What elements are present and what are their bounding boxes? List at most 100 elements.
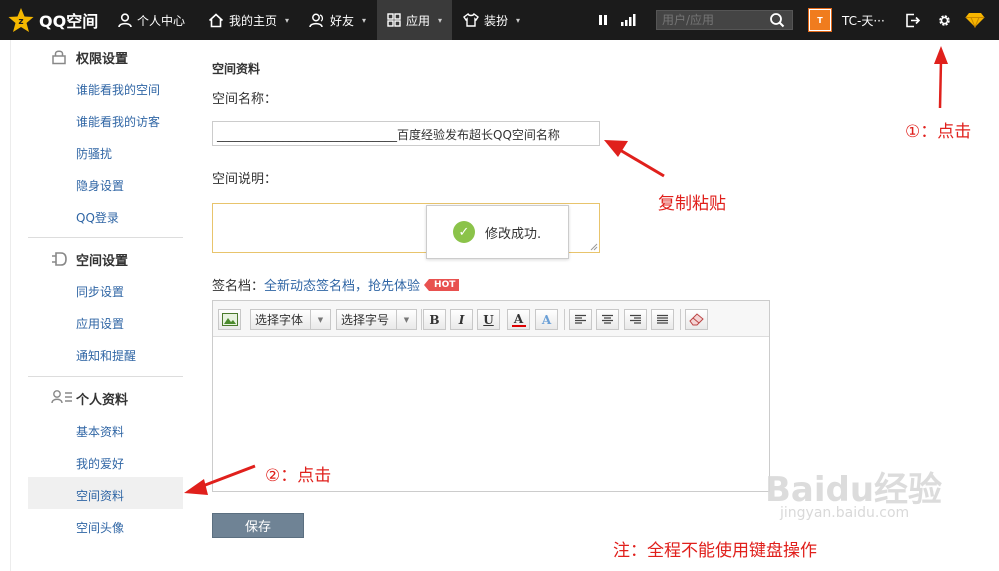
text-effect-icon: A	[541, 312, 552, 327]
sidebar-item-app-settings[interactable]: 应用设置	[76, 315, 124, 332]
tshirt-icon	[463, 13, 479, 27]
diamond-icon	[965, 13, 985, 28]
chevron-down-icon: ▾	[285, 15, 290, 25]
chevron-down-icon: ▾	[362, 15, 367, 25]
align-right-icon	[630, 314, 641, 324]
section-title-personal-info: 个人资料	[76, 393, 129, 408]
align-justify-button[interactable]	[651, 309, 674, 330]
sidebar-item-who-can-see-visitors[interactable]: 谁能看我的访客	[76, 113, 160, 130]
signal-button[interactable]	[620, 0, 636, 40]
text-effect-button[interactable]: A	[535, 309, 558, 330]
pause-button[interactable]	[598, 0, 608, 40]
sidebar-item-space-profile[interactable]: 空间资料	[76, 487, 124, 504]
font-family-select-value: 选择字体	[255, 313, 304, 327]
nav-label: 个人中心	[137, 13, 186, 28]
nav-apps[interactable]: 应用 ▾	[377, 0, 452, 40]
align-justify-icon	[657, 314, 668, 324]
bold-button[interactable]: B	[423, 309, 446, 330]
logout-icon	[906, 13, 921, 27]
chevron-down-icon: ▼	[396, 310, 416, 329]
toolbar-separator	[564, 309, 565, 330]
annotation-paste: 复制粘贴	[658, 194, 726, 214]
sidebar-item-basic-info[interactable]: 基本资料	[76, 423, 124, 440]
save-button[interactable]: 保存	[212, 513, 304, 538]
signature-row: 签名档： 全新动态签名档，抢先体验 HOT	[212, 275, 460, 294]
space-name-input[interactable]: ______________________________百度经验发布超长QQ…	[212, 121, 600, 146]
font-size-select[interactable]: 选择字号 ▼	[336, 309, 417, 330]
lock-icon	[52, 50, 66, 65]
search-icon[interactable]	[769, 12, 785, 28]
nav-friends[interactable]: 好友 ▾	[309, 0, 366, 40]
signal-bars-icon	[621, 14, 636, 26]
signature-promo-link[interactable]: 全新动态签名档，抢先体验	[264, 275, 420, 294]
qzone-logo[interactable]: z QQ空间	[8, 0, 98, 40]
section-title: 空间资料	[212, 62, 261, 76]
annotation-note: 注：全程不能使用键盘操作	[613, 541, 817, 561]
settings-button[interactable]	[937, 0, 952, 40]
italic-button[interactable]: I	[450, 309, 473, 330]
plug-icon	[52, 252, 67, 266]
username-link[interactable]: TC-天···	[842, 0, 885, 40]
underline-button[interactable]: U	[477, 309, 500, 330]
align-center-icon	[602, 314, 613, 324]
grid-icon	[387, 13, 401, 27]
hot-badge: HOT	[423, 278, 460, 291]
image-icon	[221, 313, 238, 326]
align-center-button[interactable]	[596, 309, 619, 330]
nav-label: 我的主页	[229, 13, 278, 28]
arrow-to-name-input	[604, 140, 665, 178]
sidebar-item-hobbies[interactable]: 我的爱好	[76, 455, 124, 472]
nav-my-homepage[interactable]: 我的主页 ▾	[208, 0, 289, 40]
sidebar-item-who-can-see-space[interactable]: 谁能看我的空间	[76, 81, 160, 98]
home-icon	[208, 12, 224, 27]
toolbar-separator	[680, 309, 681, 330]
sidebar-item-space-avatar[interactable]: 空间头像	[76, 519, 124, 536]
logout-button[interactable]	[905, 0, 921, 40]
pause-icon	[599, 15, 607, 25]
sidebar-item-qq-login[interactable]: QQ登录	[76, 209, 119, 226]
username: TC-天···	[842, 13, 885, 28]
nav-label: 好友	[330, 13, 355, 28]
sidebar-item-notifications[interactable]: 通知和提醒	[76, 347, 136, 364]
sidebar-item-anti-harassment[interactable]: 防骚扰	[76, 145, 112, 162]
align-left-button[interactable]	[569, 309, 592, 330]
toast-message: 修改成功.	[485, 226, 542, 242]
nav-label: 应用	[405, 13, 430, 28]
chevron-down-icon: ▾	[438, 15, 443, 25]
toolbar-separator	[421, 309, 422, 330]
check-icon: ✓	[453, 221, 475, 243]
annotation-step2: ②：点击	[265, 466, 332, 486]
italic-icon: I	[458, 312, 465, 327]
settings-sidebar: 权限设置 谁能看我的空间 谁能看我的访客 防骚扰 隐身设置 QQ登录 空间设置 …	[10, 40, 195, 571]
gear-icon	[939, 14, 950, 26]
space-name-label: 空间名称：	[212, 92, 278, 107]
nav-decorate[interactable]: 装扮 ▾	[463, 0, 520, 40]
annotation-step1: ①：点击	[905, 122, 972, 142]
bold-icon: B	[429, 312, 440, 327]
chevron-down-icon: ▼	[310, 310, 330, 329]
nav-label: 装扮	[484, 13, 509, 28]
friends-icon	[309, 13, 324, 27]
font-color-button[interactable]: A	[507, 309, 530, 330]
color-bar	[511, 324, 526, 327]
chevron-down-icon: ▾	[516, 15, 521, 25]
sidebar-item-invisible[interactable]: 隐身设置	[76, 177, 124, 194]
resize-handle-icon[interactable]	[590, 243, 598, 251]
search-box	[656, 10, 793, 30]
space-description-label: 空间说明：	[212, 172, 278, 187]
align-right-button[interactable]	[624, 309, 647, 330]
sidebar-item-sync-settings[interactable]: 同步设置	[76, 283, 124, 300]
search-input[interactable]	[657, 13, 769, 27]
nav-personal-center[interactable]: 个人中心	[118, 0, 185, 40]
svg-text:z: z	[18, 17, 23, 27]
insert-image-button[interactable]	[218, 309, 241, 330]
avatar[interactable]: T	[808, 8, 832, 32]
section-title-space-settings: 空间设置	[76, 254, 129, 269]
vip-diamond-button[interactable]	[965, 0, 985, 40]
clear-format-button[interactable]	[685, 309, 708, 330]
signature-label: 签名档：	[212, 279, 265, 294]
qzone-star-icon: z	[8, 8, 34, 32]
top-navbar: z QQ空间 个人中心 我的主页 ▾ 好友 ▾ 应用 ▾ 装扮 ▾ T	[0, 0, 999, 40]
font-family-select[interactable]: 选择字体 ▼	[250, 309, 331, 330]
logo-text: QQ空间	[39, 12, 99, 31]
